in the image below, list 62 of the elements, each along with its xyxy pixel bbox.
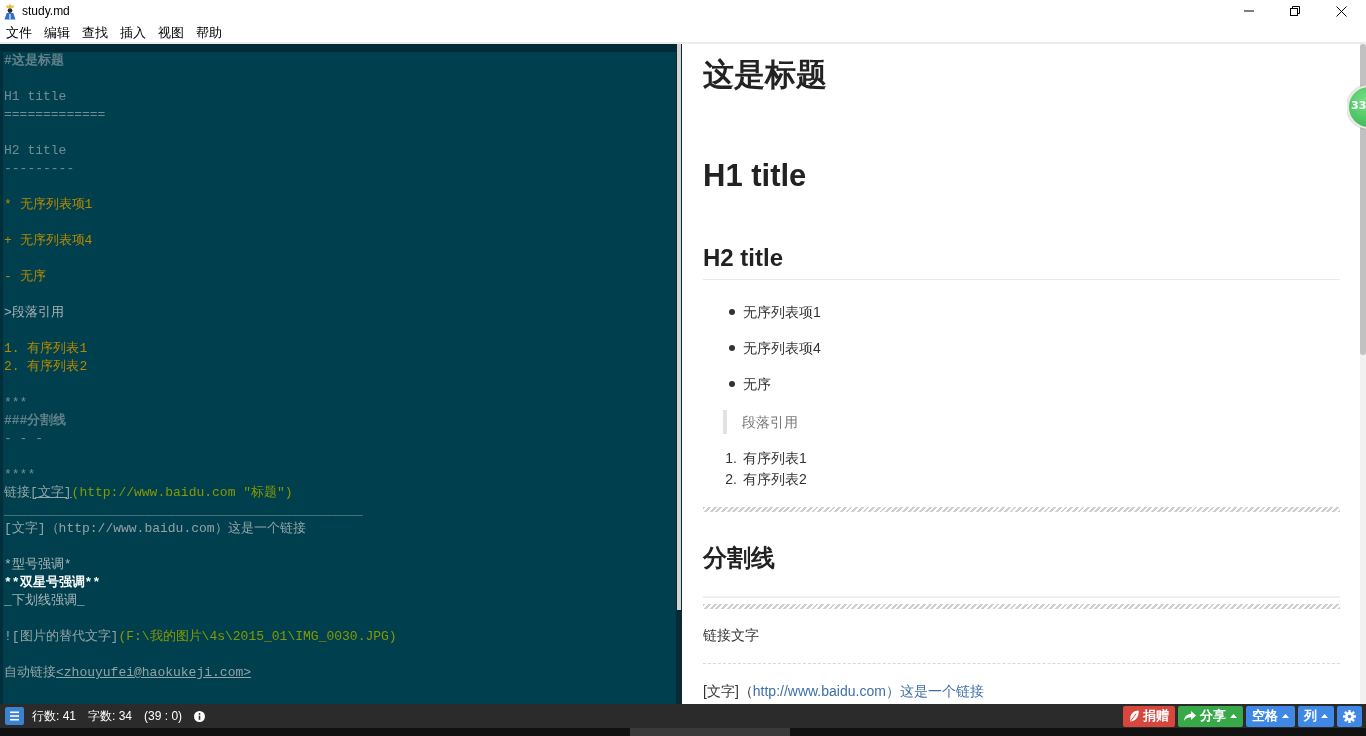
code-line: [文字]（http://www.baidu.com）这是一个链接 [4, 521, 306, 536]
share-icon [1184, 711, 1196, 721]
code-line: H2 title [4, 143, 67, 158]
paragraph: [文字]（http://www.baidu.com）这是一个链接 [703, 683, 984, 699]
link[interactable]: http://www.baidu.com）这是一个链接 [752, 683, 984, 699]
menu-item[interactable]: 视图 [152, 23, 190, 41]
menu-item[interactable]: 文件 [0, 23, 38, 41]
code-line: ______________________________________________ [4, 503, 363, 518]
info-icon[interactable] [194, 710, 206, 722]
code-line: ![图片的替代文字](F:\我的图片\4s\2015_01\IMG_0030.JPG) [4, 629, 397, 644]
code-line: * 无序列表项1 [4, 197, 93, 212]
close-icon[interactable] [1335, 5, 1347, 17]
code-line: 自动链接<zhouyufei@haokukeji.com> [4, 665, 252, 680]
column-button[interactable]: 列 [1298, 705, 1334, 727]
code-line: *** [4, 395, 28, 410]
settings-icon [1343, 709, 1356, 723]
code-line: --------- [4, 161, 75, 176]
status-text: (39 : 0) [144, 708, 183, 724]
code-line: **** [4, 467, 36, 482]
code-line: 2. 有序列表2 [4, 359, 88, 374]
code-line: H1 title [4, 89, 67, 104]
heading: H2 title [703, 244, 783, 271]
code-line: ###分割线 [4, 413, 67, 428]
code-line: + 无序列表项4 [4, 233, 93, 248]
paragraph: 链接文字 [703, 627, 759, 643]
menu-item[interactable]: 插入 [114, 23, 152, 41]
settings-button[interactable] [1337, 705, 1362, 727]
list-item: 无序 [743, 375, 771, 394]
heading: H1 title [703, 158, 807, 193]
heading: 这是标题 [703, 57, 827, 92]
code-line: _下划线强调_ [4, 593, 85, 608]
code-line: 链接[文字](http://www.baidu.com "标题") [4, 485, 293, 500]
list-icon[interactable] [5, 707, 24, 725]
code-line: ============= [4, 107, 106, 122]
heading: 分割线 [703, 544, 775, 571]
app-icon [3, 2, 17, 20]
code-line: >段落引用 [4, 305, 64, 320]
blockquote: 段落引用 [723, 410, 798, 434]
list-item: 1. 有序列表1 [724, 450, 807, 466]
code-line: 1. 有序列表1 [4, 341, 88, 356]
menu-item[interactable]: 帮助 [190, 23, 228, 41]
menu-item[interactable]: 查找 [76, 23, 114, 41]
bullet-icon [729, 345, 735, 351]
code-line: - - - [4, 431, 43, 446]
status-text: 行数: 41 [32, 708, 76, 724]
list-item: 2. 有序列表2 [724, 471, 807, 487]
list-item: 无序列表项1 [743, 303, 821, 322]
code-line: *型号强调* [4, 557, 72, 572]
leaf-icon [1129, 710, 1139, 722]
menu-item[interactable]: 编辑 [38, 23, 76, 41]
donate-button[interactable]: 捐赠 [1123, 705, 1175, 727]
code-line: - 无序 [4, 269, 46, 284]
list-item: 无序列表项4 [743, 339, 821, 358]
restore-icon[interactable] [1290, 6, 1300, 16]
status-text: 字数: 34 [88, 708, 133, 724]
indent-button[interactable]: 空格 [1246, 705, 1295, 727]
bullet-icon [729, 381, 735, 387]
window-title: study.md [22, 3, 70, 19]
bullet-icon [729, 309, 735, 315]
code-line: #这是标题 [4, 53, 64, 68]
code-line: **双星号强调** [4, 575, 101, 590]
scrollbar-thumb[interactable] [677, 44, 681, 610]
